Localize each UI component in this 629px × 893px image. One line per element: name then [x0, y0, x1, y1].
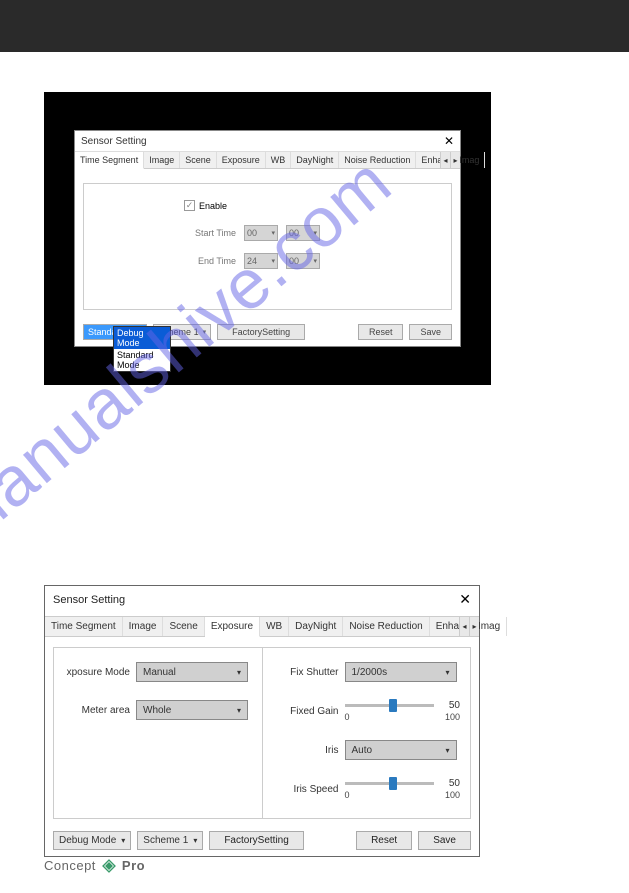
- chevron-down-icon: ▾: [271, 229, 275, 237]
- tab-noise-reduction[interactable]: Noise Reduction: [343, 617, 429, 636]
- reset-button[interactable]: Reset: [356, 831, 412, 850]
- tab-wb[interactable]: WB: [260, 617, 289, 636]
- right-column: Fix Shutter 1/2000s▾ Fixed Gain 50 0 100: [263, 648, 471, 818]
- start-time-label: Start Time: [184, 228, 236, 238]
- tab-scroll-left-icon[interactable]: ◂: [440, 152, 450, 168]
- mode-option-standard[interactable]: Standard Mode: [114, 349, 170, 371]
- tab-time-segment[interactable]: Time Segment: [75, 152, 144, 169]
- end-time-label: End Time: [184, 256, 236, 266]
- slider-thumb[interactable]: [389, 777, 397, 790]
- exposure-panel: xposure Mode Manual▾ Meter area Whole▾ F…: [53, 647, 471, 819]
- tab-image[interactable]: Image: [144, 152, 180, 168]
- sensor-setting-dialog-2: Sensor Setting ✕ Time Segment Image Scen…: [44, 585, 480, 857]
- exposure-mode-select[interactable]: Manual▾: [136, 662, 248, 682]
- mode-dropdown-list: Debug Mode Standard Mode: [113, 326, 171, 372]
- tab-row: Time Segment Image Scene Exposure WB Day…: [75, 152, 460, 169]
- tab-row: Time Segment Image Scene Exposure WB Day…: [45, 616, 479, 637]
- gain-min: 0: [345, 712, 350, 722]
- chevron-down-icon: ▾: [193, 836, 197, 845]
- scheme-select[interactable]: Scheme 1▾: [137, 831, 203, 850]
- start-min-select[interactable]: 00▾: [286, 225, 320, 241]
- tab-image[interactable]: Image: [123, 617, 164, 636]
- iris-speed-slider[interactable]: [345, 782, 435, 785]
- fix-shutter-label: Fix Shutter: [273, 667, 345, 678]
- speed-max: 100: [445, 790, 460, 800]
- end-min-select[interactable]: 00▾: [286, 253, 320, 269]
- close-icon[interactable]: ✕: [444, 134, 454, 148]
- brand-concept: Concept: [44, 858, 96, 873]
- chevron-down-icon: ▾: [445, 746, 449, 755]
- start-hour-select[interactable]: 00▾: [244, 225, 278, 241]
- chevron-down-icon: ▾: [313, 229, 317, 237]
- chevron-down-icon: ▾: [313, 257, 317, 265]
- dialog-title: Sensor Setting: [53, 594, 125, 606]
- sensor-setting-dialog-1: Sensor Setting ✕ Time Segment Image Scen…: [74, 130, 461, 347]
- chevron-down-icon: ▾: [237, 668, 241, 677]
- brand-pro: Pro: [122, 858, 145, 873]
- tab-exposure[interactable]: Exposure: [217, 152, 266, 168]
- chevron-down-icon: ▾: [121, 836, 125, 845]
- fixed-gain-slider[interactable]: [345, 704, 435, 707]
- tab-exposure[interactable]: Exposure: [205, 617, 260, 637]
- tab-noise-reduction[interactable]: Noise Reduction: [339, 152, 416, 168]
- page-top-band: [0, 0, 629, 52]
- chevron-down-icon: ▾: [237, 706, 241, 715]
- tab-scroll-left-icon[interactable]: ◂: [459, 617, 469, 636]
- tab-scene[interactable]: Scene: [163, 617, 204, 636]
- titlebar: Sensor Setting ✕: [45, 586, 479, 616]
- speed-min: 0: [345, 790, 350, 800]
- meter-area-label: Meter area: [64, 705, 136, 716]
- factory-setting-button[interactable]: FactorySetting: [217, 324, 305, 340]
- chevron-down-icon: ▾: [445, 668, 449, 677]
- titlebar: Sensor Setting ✕: [75, 131, 460, 152]
- page-content: manualshive.com Sensor Setting ✕ Time Se…: [0, 52, 629, 877]
- tab-scene[interactable]: Scene: [180, 152, 217, 168]
- save-button[interactable]: Save: [418, 831, 471, 850]
- dialog-title: Sensor Setting: [81, 136, 147, 147]
- footer-logo: Concept Pro: [44, 858, 145, 873]
- end-hour-select[interactable]: 24▾: [244, 253, 278, 269]
- iris-label: Iris: [273, 745, 345, 756]
- save-button[interactable]: Save: [409, 324, 452, 340]
- factory-setting-button[interactable]: FactorySetting: [209, 831, 303, 850]
- reset-button[interactable]: Reset: [358, 324, 404, 340]
- meter-area-select[interactable]: Whole▾: [136, 700, 248, 720]
- diamond-icon: [102, 859, 116, 873]
- exposure-mode-label: xposure Mode: [64, 667, 136, 678]
- enable-label: Enable: [199, 201, 227, 211]
- fix-shutter-select[interactable]: 1/2000s▾: [345, 662, 457, 682]
- mode-select[interactable]: Debug Mode▾: [53, 831, 131, 850]
- chevron-down-icon: ▾: [271, 257, 275, 265]
- iris-speed-value: 50: [440, 778, 460, 789]
- dialog-bottom-row: Debug Mode▾ Scheme 1▾ FactorySetting Res…: [45, 825, 479, 856]
- tab-time-segment[interactable]: Time Segment: [45, 617, 123, 636]
- tab-scroll-right-icon[interactable]: ▸: [469, 617, 479, 636]
- fixed-gain-value: 50: [440, 700, 460, 711]
- iris-select[interactable]: Auto▾: [345, 740, 457, 760]
- close-icon[interactable]: ✕: [459, 591, 471, 608]
- iris-speed-label: Iris Speed: [273, 784, 345, 795]
- enable-checkbox[interactable]: ✓: [184, 200, 195, 211]
- tab-wb[interactable]: WB: [266, 152, 292, 168]
- tab-daynight[interactable]: DayNight: [289, 617, 343, 636]
- time-segment-frame: ✓ Enable Start Time 00▾ 00▾ End Time 24▾…: [83, 183, 452, 310]
- chevron-down-icon: ▾: [203, 328, 207, 336]
- slider-thumb[interactable]: [389, 699, 397, 712]
- mode-option-debug[interactable]: Debug Mode: [114, 327, 170, 349]
- left-column: xposure Mode Manual▾ Meter area Whole▾: [54, 648, 263, 818]
- screenshot-1: Sensor Setting ✕ Time Segment Image Scen…: [44, 92, 491, 385]
- tab-daynight[interactable]: DayNight: [291, 152, 339, 168]
- fixed-gain-label: Fixed Gain: [273, 706, 345, 717]
- tab-scroll-right-icon[interactable]: ▸: [450, 152, 460, 168]
- gain-max: 100: [445, 712, 460, 722]
